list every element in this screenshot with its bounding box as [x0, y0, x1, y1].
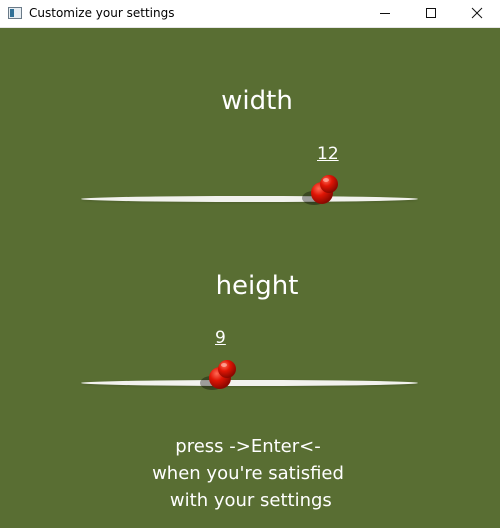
instructions-line-2: when you're satisfied [152, 463, 344, 484]
height-heading: height [215, 271, 299, 301]
width-slider-thumb[interactable] [300, 170, 340, 210]
height-value-label: 9 [215, 328, 226, 348]
window-title: Customize your settings [29, 6, 175, 20]
height-slider-thumb[interactable] [198, 355, 238, 395]
instructions-line-3: with your settings [164, 490, 332, 511]
close-button[interactable] [454, 0, 500, 27]
width-value-label: 12 [317, 144, 339, 164]
instructions-text: press ->Enter<- when you're satisfied wi… [0, 433, 496, 514]
title-bar[interactable]: Customize your settings [0, 0, 500, 28]
settings-window: Customize your settings width 12 height … [0, 0, 500, 528]
height-slider-track[interactable] [81, 380, 418, 386]
minimize-button[interactable] [362, 0, 408, 27]
instructions-line-1: press ->Enter<- [175, 436, 321, 457]
app-window-icon [8, 7, 22, 19]
width-slider-track[interactable] [81, 196, 418, 202]
maximize-button[interactable] [408, 0, 454, 27]
close-icon [471, 7, 483, 19]
width-heading: width [221, 86, 293, 116]
